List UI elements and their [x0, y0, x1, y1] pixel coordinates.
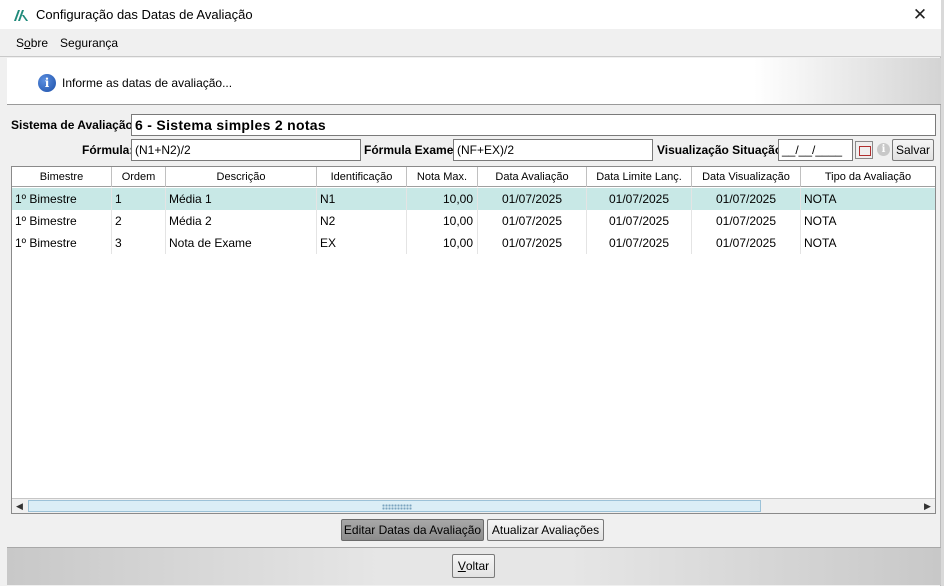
- cell-bimestre: 1º Bimestre: [12, 210, 112, 232]
- cell-data-avaliacao: 01/07/2025: [478, 210, 587, 232]
- cell-nota-max: 10,00: [407, 188, 478, 210]
- scroll-right-icon[interactable]: ▶: [920, 499, 935, 513]
- close-icon[interactable]: ✕: [903, 0, 937, 29]
- info-text: Informe as datas de avaliação...: [62, 76, 233, 90]
- column-header[interactable]: Ordem: [112, 167, 166, 187]
- edit-dates-button[interactable]: Editar Datas da Avaliação: [341, 519, 484, 541]
- sistema-field[interactable]: 6 - Sistema simples 2 notas: [131, 114, 936, 136]
- sistema-label: Sistema de Avaliação:: [11, 118, 137, 132]
- column-header[interactable]: Bimestre: [12, 167, 112, 187]
- column-header[interactable]: Descrição: [166, 167, 317, 187]
- visualizacao-date-field[interactable]: __/__/____: [778, 139, 853, 161]
- formula-exame-label: Fórmula Exame:: [364, 143, 458, 157]
- cell-nota-max: 10,00: [407, 210, 478, 232]
- cell-data-limite: 01/07/2025: [587, 210, 692, 232]
- cell-data-avaliacao: 01/07/2025: [478, 188, 587, 210]
- cell-identificacao: N2: [317, 210, 407, 232]
- horizontal-scrollbar[interactable]: ◀ ▶: [12, 498, 935, 513]
- table-header: Bimestre Ordem Descrição Identificação N…: [12, 167, 935, 187]
- cell-descricao: Média 2: [166, 210, 317, 232]
- cell-data-visualizacao: 01/07/2025: [692, 210, 801, 232]
- cell-data-visualizacao: 01/07/2025: [692, 188, 801, 210]
- formula-row: Fórmula: (N1+N2)/2 Fórmula Exame: (NF+EX…: [0, 139, 941, 161]
- formula-label: Fórmula:: [82, 143, 134, 157]
- menu-sobre[interactable]: Sobre: [10, 36, 54, 50]
- title-bar: Configuração das Datas de Avaliação ✕: [0, 0, 941, 29]
- menu-bar: Sobre Segurança: [0, 29, 941, 57]
- cell-ordem: 1: [112, 188, 166, 210]
- cell-ordem: 2: [112, 210, 166, 232]
- cell-bimestre: 1º Bimestre: [12, 232, 112, 254]
- cell-descricao: Nota de Exame: [166, 232, 317, 254]
- cell-data-avaliacao: 01/07/2025: [478, 232, 587, 254]
- visualizacao-label: Visualização Situação:: [657, 143, 787, 157]
- cell-nota-max: 10,00: [407, 232, 478, 254]
- cell-tipo: NOTA: [804, 192, 837, 206]
- cell-ordem: 3: [112, 232, 166, 254]
- sistema-row: Sistema de Avaliação: 6 - Sistema simple…: [7, 114, 939, 136]
- info-icon: i: [38, 74, 56, 92]
- scroll-thumb[interactable]: [28, 500, 761, 512]
- menu-seguranca[interactable]: Segurança: [54, 36, 124, 50]
- scroll-left-icon[interactable]: ◀: [12, 499, 27, 513]
- info-small-icon[interactable]: i: [877, 143, 890, 156]
- cell-identificacao: N1: [317, 188, 407, 210]
- cell-bimestre: 1º Bimestre: [12, 188, 112, 210]
- cell-data-visualizacao: 01/07/2025: [692, 232, 801, 254]
- save-button[interactable]: Salvar: [892, 139, 934, 161]
- info-banner: i Informe as datas de avaliação...: [7, 58, 941, 105]
- grip-icon: [382, 504, 412, 510]
- cell-identificacao: EX: [317, 232, 407, 254]
- table-row[interactable]: 1º Bimestre 2 Média 2 N2 10,00 01/07/202…: [12, 210, 935, 232]
- back-button[interactable]: Voltar: [452, 554, 495, 578]
- cell-tipo: NOTA: [804, 236, 837, 250]
- dialog-window: Configuração das Datas de Avaliação ✕ So…: [0, 0, 941, 586]
- window-title: Configuração das Datas de Avaliação: [36, 7, 253, 22]
- column-header[interactable]: Identificação: [317, 167, 407, 187]
- column-header[interactable]: Data Limite Lanç.: [587, 167, 692, 187]
- formula-exame-field[interactable]: (NF+EX)/2: [453, 139, 653, 161]
- column-header[interactable]: Nota Max.: [407, 167, 478, 187]
- cell-tipo: NOTA: [804, 214, 837, 228]
- footer-bar: Voltar: [7, 547, 941, 585]
- evaluations-table[interactable]: Bimestre Ordem Descrição Identificação N…: [11, 166, 936, 514]
- column-header[interactable]: Tipo da Avaliação: [801, 167, 935, 187]
- cell-data-limite: 01/07/2025: [587, 188, 692, 210]
- formula-field[interactable]: (N1+N2)/2: [131, 139, 361, 161]
- table-row[interactable]: 1º Bimestre 3 Nota de Exame EX 10,00 01/…: [12, 232, 935, 254]
- column-header[interactable]: Data Avaliação: [478, 167, 587, 187]
- cell-descricao: Média 1: [166, 188, 317, 210]
- column-header[interactable]: Data Visualização: [692, 167, 801, 187]
- app-logo-icon: [13, 8, 29, 22]
- cell-data-limite: 01/07/2025: [587, 232, 692, 254]
- table-row[interactable]: 1º Bimestre 1 Média 1 N1 10,00 01/07/202…: [12, 188, 935, 210]
- update-evaluations-button[interactable]: Atualizar Avaliações: [487, 519, 604, 541]
- calendar-icon[interactable]: [855, 141, 873, 159]
